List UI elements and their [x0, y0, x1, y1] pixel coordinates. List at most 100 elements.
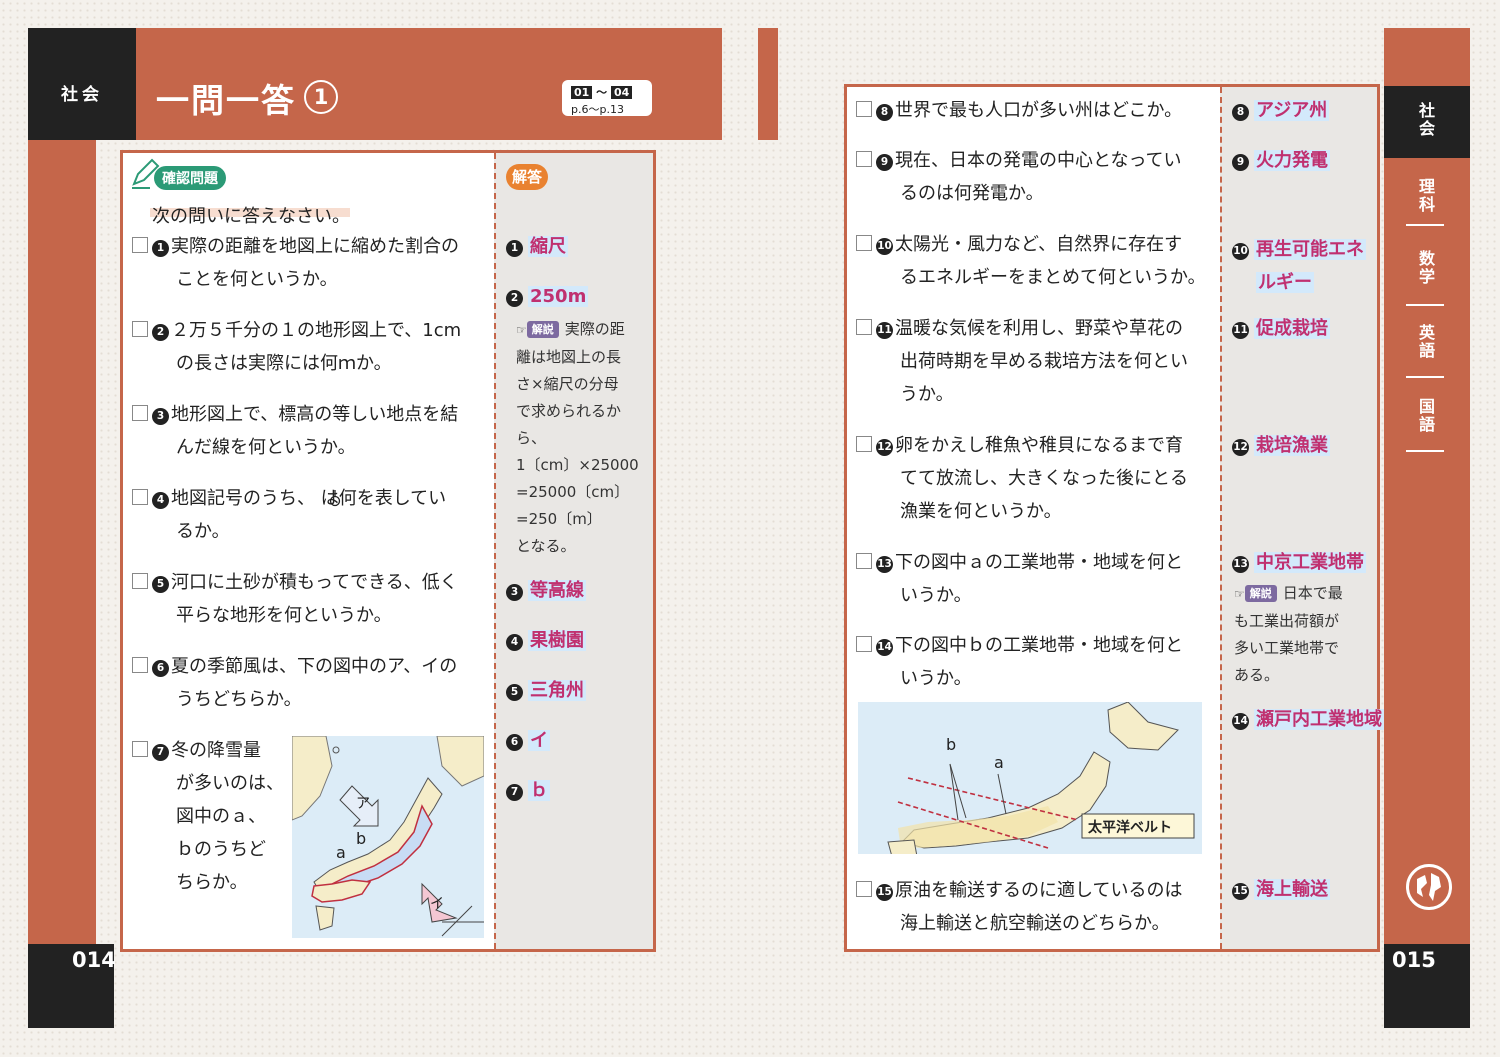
answer-item: 3 等高線: [506, 579, 586, 603]
question-item: 3 地形図上で、標高の等しい地点を結 んだ線を何というか。: [132, 398, 492, 464]
checkbox[interactable]: [856, 636, 872, 652]
checkbox[interactable]: [856, 151, 872, 167]
question-text: 平らな地形を何というか。: [176, 605, 392, 626]
question-number: 10: [876, 238, 893, 255]
explanation-line: さ×縮尺の分母: [516, 375, 619, 393]
question-text: 実際の距離を地図上に縮めた割合の: [171, 236, 459, 257]
question-item: 8 世界で最も人口が多い州はどこか。: [856, 94, 1216, 127]
checkbox[interactable]: [132, 321, 148, 337]
question-text: 太陽光・風力など、自然界に存在す: [895, 234, 1183, 255]
question-number: 15: [876, 884, 893, 901]
question-text: 図中のａ、: [176, 806, 266, 827]
question-item: 1 実際の距離を地図上に縮めた割合の ことを何というか。: [132, 230, 492, 296]
page-title: 一問一答: [156, 81, 296, 120]
pointing-hand-icon: ☞: [516, 323, 527, 337]
left-page: 社会 一問一答 1 01 ～ 04 p.6～p.13 014 確認問題 解答 次…: [28, 28, 728, 1028]
question-text: んだ線を何というか。: [176, 437, 356, 458]
question-number: 9: [876, 154, 893, 171]
explanation-line: ある。: [1234, 666, 1280, 684]
explanation-line: で求められるか: [516, 402, 622, 420]
map-label-a: a: [994, 753, 1004, 772]
question-text: いうか。: [900, 668, 972, 689]
checkbox[interactable]: [132, 657, 148, 673]
checkbox[interactable]: [856, 319, 872, 335]
japan-map-monsoon: ア イ a b: [292, 736, 484, 938]
checkbox[interactable]: [856, 881, 872, 897]
question-number: 8: [876, 104, 893, 121]
question-text: 卵をかえし稚魚や稚貝になるまで育: [895, 435, 1183, 456]
map-label-i-arrow: イ: [430, 896, 444, 912]
answer-text: ルギー: [1256, 272, 1314, 293]
range-pages: p.6～p.13: [571, 103, 624, 116]
question-number: 14: [876, 639, 893, 656]
answer-text: 瀬戸内工業地域: [1254, 709, 1384, 730]
tab-social-studies[interactable]: 社会: [1384, 86, 1470, 158]
question-number: 3: [152, 408, 169, 425]
question-item: 14 下の図中ｂの工業地帯・地域を何と いうか。: [856, 629, 1216, 695]
checkbox[interactable]: [856, 101, 872, 117]
range-sep: ～: [596, 86, 608, 99]
answer-text: 促成栽培: [1254, 318, 1330, 339]
explanation-line: となる。: [516, 537, 576, 555]
checkbox[interactable]: [132, 573, 148, 589]
tab-science[interactable]: 理科: [1384, 178, 1470, 214]
explanation-line: も工業出荷額が: [1234, 612, 1340, 630]
tab-english[interactable]: 英語: [1384, 324, 1470, 360]
answer-text: 海上輸送: [1254, 879, 1330, 900]
answer-item: 13 中京工業地帯: [1232, 551, 1366, 575]
answer-number: 11: [1232, 322, 1249, 339]
answer-item: 8 アジア州: [1232, 99, 1330, 123]
map-label-b: b: [356, 829, 366, 848]
explanation-line: =25000〔cm〕: [516, 483, 630, 501]
answer-number: 5: [506, 684, 523, 701]
answer-column: [1220, 87, 1377, 949]
explanation-line: =250〔m〕: [516, 510, 602, 528]
question-number: 13: [876, 556, 893, 573]
question-item: 11 温暖な気候を利用し、野菜や草花の 出荷時期を早める栽培方法を何とい うか。: [856, 312, 1216, 411]
answer-number: 2: [506, 290, 523, 307]
checkbox[interactable]: [132, 405, 148, 421]
question-text: 現在、日本の発電の中心となってい: [895, 150, 1182, 171]
answer-text: ｂ: [528, 780, 550, 801]
question-text: 下の図中ｂの工業地帯・地域を何と: [895, 635, 1183, 656]
tab-japanese[interactable]: 国語: [1384, 398, 1470, 434]
pointing-hand-icon: ☞: [1234, 587, 1245, 601]
question-number: 11: [876, 322, 893, 339]
answer-number: 15: [1232, 883, 1249, 900]
question-text: 河口に土砂が積もってできる、低く: [171, 572, 458, 593]
answer-number: 10: [1232, 243, 1249, 260]
answer-number: 7: [506, 784, 523, 801]
question-text: 夏の季節風は、下の図中のア、イの: [171, 656, 458, 677]
answer-number: 13: [1232, 556, 1249, 573]
question-number: 2: [152, 324, 169, 341]
checkbox[interactable]: [132, 741, 148, 757]
checkbox[interactable]: [132, 237, 148, 253]
question-text: うちどちらか。: [176, 689, 302, 710]
question-text: が多いのは、: [176, 773, 284, 794]
question-text: 地図記号のうち、 は何を表してい: [171, 488, 447, 509]
explanation-line: 実際の距: [564, 320, 625, 338]
range-from: 01: [571, 86, 593, 99]
answer-text: 250m: [528, 286, 589, 307]
question-number: 1: [152, 240, 169, 257]
question-item: 2 ２万５千分の１の地形図上で、1cm の長さは実際には何ｍか。: [132, 314, 492, 380]
question-item: 10 太陽光・風力など、自然界に存在す るエネルギーをまとめて何というか。: [856, 228, 1226, 294]
answer-badge: 解答: [506, 164, 548, 190]
answer-text: イ: [528, 730, 550, 751]
tab-math[interactable]: 数学: [1384, 250, 1470, 286]
checkbox[interactable]: [132, 489, 148, 505]
pacific-belt-label: 太平洋ベルト: [1088, 819, 1172, 836]
question-number: 4: [152, 492, 169, 509]
tab-label: 英語: [1418, 323, 1435, 360]
answer-item: 10 再生可能エネ ルギー: [1232, 233, 1366, 299]
checkbox[interactable]: [856, 553, 872, 569]
checkbox[interactable]: [856, 436, 872, 452]
question-text: るのは何発電か。: [900, 183, 1044, 204]
answer-item: 15 海上輸送: [1232, 878, 1330, 902]
checkbox[interactable]: [856, 235, 872, 251]
question-text: 原油を輸送するのに適しているのは: [895, 880, 1183, 901]
answer-text: 縮尺: [528, 236, 568, 257]
tab-divider: [1406, 224, 1444, 226]
explanation-line: 日本で最: [1282, 584, 1343, 602]
question-item: 5 河口に土砂が積もってできる、低く 平らな地形を何というか。: [132, 566, 492, 632]
